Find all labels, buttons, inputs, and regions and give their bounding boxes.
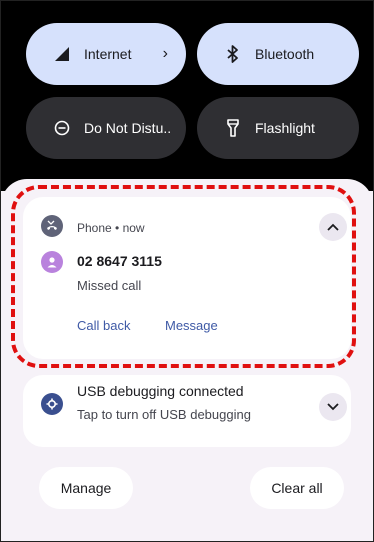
do-not-disturb-icon	[52, 118, 72, 138]
usb-notification-text: Tap to turn off USB debugging	[77, 407, 251, 422]
bluetooth-icon	[223, 44, 243, 64]
missed-call-icon	[41, 215, 63, 237]
caller-number: 02 8647 3115	[77, 253, 162, 269]
notification-shade-screen: Internet › Bluetooth Do Not Distu.. Flas…	[0, 0, 374, 542]
tile-internet[interactable]: Internet ›	[26, 23, 186, 85]
signal-icon	[52, 44, 72, 64]
missed-call-notification[interactable]	[23, 197, 351, 359]
call-back-button[interactable]: Call back	[77, 318, 130, 333]
usb-notification-title: USB debugging connected	[77, 383, 244, 399]
tile-bluetooth-label: Bluetooth	[255, 46, 315, 62]
tile-internet-label: Internet	[84, 46, 132, 62]
tile-dnd-label: Do Not Distu..	[84, 120, 172, 136]
clear-all-button[interactable]: Clear all	[250, 467, 344, 509]
flashlight-icon	[223, 118, 243, 138]
usb-debug-icon	[41, 393, 63, 415]
tile-flashlight-label: Flashlight	[255, 120, 315, 136]
chevron-down-icon[interactable]	[319, 393, 347, 421]
tile-do-not-disturb[interactable]: Do Not Distu..	[26, 97, 186, 159]
chevron-up-icon[interactable]	[319, 213, 347, 241]
message-button[interactable]: Message	[165, 318, 218, 333]
notification-text: Missed call	[77, 278, 142, 293]
person-icon	[41, 251, 63, 273]
quick-settings-panel: Internet › Bluetooth Do Not Distu.. Flas…	[1, 1, 373, 191]
notification-app-name: Phone • now	[77, 221, 145, 235]
tile-bluetooth[interactable]: Bluetooth	[197, 23, 359, 85]
chevron-right-icon: ›	[162, 45, 168, 62]
tile-flashlight[interactable]: Flashlight	[197, 97, 359, 159]
manage-button[interactable]: Manage	[39, 467, 133, 509]
